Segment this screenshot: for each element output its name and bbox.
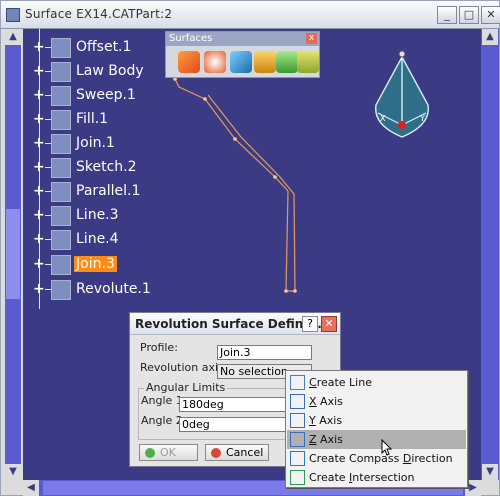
menu-text: ntersection xyxy=(352,471,415,484)
scroll-left-arrow-icon[interactable]: ◀ xyxy=(23,480,39,496)
cancel-label: Cancel xyxy=(226,446,264,459)
dialog-title-bar[interactable]: Revolution Surface Definiti... ? ✕ xyxy=(130,313,340,335)
menu-mnemonic: Z xyxy=(309,433,317,446)
profile-curve[interactable] xyxy=(173,77,297,293)
sweep-surface-icon[interactable] xyxy=(297,51,319,73)
scroll-up-arrow-icon[interactable]: ▲ xyxy=(5,29,21,45)
help-button[interactable]: ? xyxy=(302,316,318,332)
app-window: Surface EX14.CATPart:2 _ □ ✕ ▲ ▼ + Offset… xyxy=(0,0,500,496)
context-menu-item[interactable]: Create Line xyxy=(287,373,466,392)
offset-surface-icon[interactable] xyxy=(276,51,298,73)
toolbar-close-button[interactable]: x xyxy=(306,33,317,44)
maximize-button[interactable]: □ xyxy=(459,6,479,24)
left-scrollbar[interactable]: ▲ ▼ xyxy=(5,29,21,480)
revolution-axis-label: Revolution axis: xyxy=(140,361,228,374)
right-scrollbar[interactable]: ▲ ▼ xyxy=(481,29,499,480)
curve-vertex xyxy=(284,289,288,293)
title-bar[interactable]: Surface EX14.CATPart:2 _ □ ✕ xyxy=(1,1,500,29)
menu-mnemonic: X xyxy=(309,395,317,408)
context-menu-item[interactable]: Y Axis xyxy=(287,411,466,430)
catia-app-icon xyxy=(6,8,20,22)
mouse-cursor-icon xyxy=(381,439,393,456)
context-menu-item[interactable]: Create Intersection xyxy=(287,468,466,487)
surfaces-toolbar[interactable]: Surfaces x xyxy=(165,31,320,78)
x-axis-icon xyxy=(290,394,305,409)
ok-label: OK xyxy=(160,446,176,459)
axis-context-menu: Create Line X Axis Y Axis Z Axis Create Comp… xyxy=(285,370,468,488)
menu-text: Axis xyxy=(316,395,343,408)
context-menu-item[interactable]: Z Axis xyxy=(287,430,466,449)
scroll-down-arrow-icon[interactable]: ▼ xyxy=(5,464,21,480)
profile-curve-line xyxy=(174,78,296,292)
compass-direction-icon xyxy=(290,451,305,466)
curve-vertex xyxy=(203,97,207,101)
cancel-button[interactable]: Cancel xyxy=(205,444,269,461)
sphere-icon[interactable] xyxy=(230,51,252,73)
angular-limits-label: Angular Limits xyxy=(144,381,228,394)
line-icon xyxy=(290,375,305,390)
context-menu-item[interactable]: X Axis xyxy=(287,392,466,411)
scroll-thumb[interactable] xyxy=(6,209,20,299)
curve-vertex xyxy=(293,289,297,293)
scroll-down-arrow-icon[interactable]: ▼ xyxy=(482,464,498,480)
intersection-icon xyxy=(290,470,305,485)
curve-vertex xyxy=(273,175,277,179)
revolve-icon[interactable] xyxy=(204,51,226,73)
y-axis-icon xyxy=(290,413,305,428)
cancel-x-icon xyxy=(211,448,221,458)
minimize-button[interactable]: _ xyxy=(437,6,457,24)
curve-vertex xyxy=(233,137,237,141)
scroll-up-arrow-icon[interactable]: ▲ xyxy=(482,29,498,45)
window-title: Surface EX14.CATPart:2 xyxy=(25,7,173,21)
profile-field[interactable]: Join.3 xyxy=(217,345,312,360)
dialog-close-button[interactable]: ✕ xyxy=(321,316,337,332)
svg-text:Y: Y xyxy=(419,114,425,123)
menu-mnemonic: C xyxy=(309,376,317,389)
context-menu-item[interactable]: Create Compass Direction xyxy=(287,449,466,468)
menu-text: reate Line xyxy=(316,376,372,389)
menu-mnemonic: Y xyxy=(309,414,316,427)
menu-text: Create xyxy=(309,471,350,484)
ok-check-icon xyxy=(145,448,155,458)
extrude-icon[interactable] xyxy=(178,51,200,73)
ok-button[interactable]: OK xyxy=(139,444,198,461)
toolbar-title: Surfaces xyxy=(166,32,319,46)
menu-text: irection xyxy=(411,452,453,465)
menu-text: Axis xyxy=(315,414,343,427)
cylinder-icon[interactable] xyxy=(254,51,276,73)
profile-label: Profile: xyxy=(140,341,178,354)
compass-icon[interactable]: X Y xyxy=(375,50,429,138)
z-axis-icon xyxy=(290,432,305,447)
close-button[interactable]: ✕ xyxy=(481,6,500,24)
menu-text: Axis xyxy=(316,433,343,446)
svg-text:X: X xyxy=(380,114,386,123)
